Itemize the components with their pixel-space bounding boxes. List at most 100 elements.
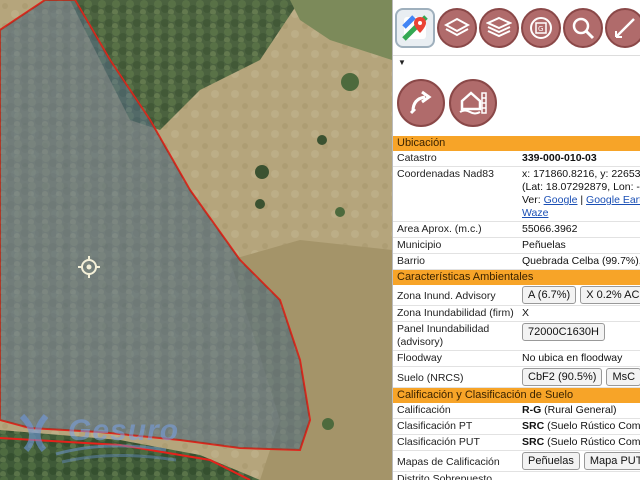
collapse-arrow-icon[interactable]: ▼ [398, 58, 406, 67]
mapa-put-button[interactable]: Mapa PUT [583, 452, 640, 470]
section-ubicacion-header: Ubicación [393, 136, 640, 151]
panel-inund-label-line2: (advisory) [397, 336, 444, 348]
table-row: Clasificación PUT SRC (Suelo Rústico Com… [393, 434, 640, 451]
mapas-label: Mapas de Calificación [393, 450, 518, 472]
table-row: Zona Inundabilidad (firm) X [393, 305, 640, 322]
magnifier-icon [572, 17, 595, 39]
panel-button[interactable]: 72000C1630H [522, 323, 605, 341]
table-row: Coordenadas Nad83 x: 171860.8216, y: 226… [393, 166, 640, 222]
area-value: 55066.3962 [518, 221, 640, 238]
put-desc: (Suelo Rústico Comú [547, 436, 640, 448]
table-row: Zona Inund. Advisory A (6.7%) X 0.2% AC [393, 285, 640, 306]
coord-latlon: (Lat: 18.07292879, Lon: -66 [522, 181, 640, 193]
action-buttons [393, 70, 640, 136]
watermark-text: Gesuro [68, 414, 180, 447]
coord-label: Coordenadas Nad83 [393, 166, 518, 222]
floodway-value: No ubica en floodway [518, 350, 640, 367]
panel-inund-label-line1: Panel Inundabilidad [397, 323, 490, 335]
calif-label: Calificación [393, 403, 518, 419]
table-row: Floodway No ubica en floodway [393, 350, 640, 367]
catastro-value: 339-000-010-03 [518, 151, 640, 167]
barrio-value: Quebrada Celba (99.7%), F [518, 253, 640, 270]
measure-button[interactable] [605, 7, 640, 48]
pt-desc: (Suelo Rústico Comú [547, 420, 640, 432]
share-button[interactable] [397, 79, 445, 127]
table-row: Calificación R-G (Rural General) [393, 403, 640, 419]
link-separator: | [580, 194, 584, 206]
collapse-row: ▼ [393, 56, 640, 70]
watermark-logo: Gesuro [16, 410, 196, 470]
property-info-panel: G ▼ Ubicación Catastro 339-000-010-03 Co… [392, 0, 640, 480]
pt-label: Clasificación PT [393, 418, 518, 435]
section-ambientales-header: Características Ambientales [393, 270, 640, 285]
zona-inund-label: Zona Inund. Advisory [393, 285, 518, 306]
table-row: Mapas de Calificación Peñuelas Mapa PUT [393, 450, 640, 472]
table-row: Area Aprox. (m.c.) 55066.3962 [393, 221, 640, 238]
svg-text:G: G [538, 25, 543, 33]
suelo-cbf2-button[interactable]: CbF2 (90.5%) [522, 368, 603, 386]
zona-x-button[interactable]: X 0.2% AC [580, 286, 640, 304]
waze-link[interactable]: Waze [522, 207, 548, 219]
ubicacion-table: Catastro 339-000-010-03 Coordenadas Nad8… [393, 151, 640, 270]
mapas-value: Peñuelas Mapa PUT [518, 450, 640, 472]
layers-button[interactable] [437, 7, 477, 48]
coord-value: x: 171860.8216, y: 226538. (Lat: 18.0729… [518, 166, 640, 222]
google-maps-button[interactable] [395, 7, 435, 48]
barrio-label: Barrio [393, 253, 518, 270]
crosshair-icon[interactable] [78, 256, 100, 278]
zona-a-button[interactable]: A (6.7%) [522, 286, 577, 304]
pt-value: SRC (Suelo Rústico Comú [518, 418, 640, 435]
house-flood-icon [459, 91, 487, 115]
google-link[interactable]: Google [544, 194, 578, 206]
google-earth-link[interactable]: Google Earth [586, 194, 640, 206]
floodway-label: Floodway [393, 350, 518, 367]
table-row: Suelo (NRCS) CbF2 (90.5%) MsC [393, 366, 640, 388]
layers-icon [444, 17, 470, 36]
calif-code: R-G [522, 404, 542, 416]
panel-inund-label: Panel Inundabilidad (advisory) [393, 321, 518, 351]
put-value: SRC (Suelo Rústico Comú [518, 434, 640, 451]
suelo-value: CbF2 (90.5%) MsC [518, 366, 640, 388]
calif-value: R-G (Rural General) [518, 403, 640, 419]
table-row: Clasificación PT SRC (Suelo Rústico Comú [393, 418, 640, 435]
distrito-label: Distrito Sobrepuesto [393, 471, 518, 480]
calificacion-table: Calificación R-G (Rural General) Clasifi… [393, 403, 640, 480]
put-code: SRC [522, 436, 545, 448]
measure-icon [615, 17, 635, 38]
table-row: Barrio Quebrada Celba (99.7%), F [393, 253, 640, 270]
search-button[interactable] [563, 7, 603, 48]
put-label: Clasificación PUT [393, 434, 518, 451]
municipio-value: Peñuelas [518, 237, 640, 254]
zona-firm-value: X [518, 305, 640, 322]
map-imagery [0, 0, 392, 480]
suelo-msc-button[interactable]: MsC [606, 368, 640, 386]
satellite-map[interactable]: Gesuro [0, 0, 392, 480]
suelo-label: Suelo (NRCS) [393, 366, 518, 388]
table-row: Catastro 339-000-010-03 [393, 151, 640, 167]
view-links: Ver: Google | Google Earth [522, 194, 640, 207]
share-arrow-icon [409, 90, 432, 115]
calif-desc: (Rural General) [544, 404, 617, 416]
municipio-label: Municipio [393, 237, 518, 254]
gis-map-button[interactable]: G [521, 7, 561, 48]
coord-xy: x: 171860.8216, y: 226538. [522, 168, 640, 180]
section-calificacion-header: Calificación y Clasificación de Suelo [393, 388, 640, 403]
mapa-penuelas-button[interactable]: Peñuelas [522, 452, 580, 470]
flood-report-button[interactable] [449, 79, 497, 127]
ambientales-table: Zona Inund. Advisory A (6.7%) X 0.2% AC Z… [393, 285, 640, 388]
google-maps-icon [402, 14, 428, 41]
pt-code: SRC [522, 420, 545, 432]
table-row: Distrito Sobrepuesto [393, 471, 640, 480]
stacked-layers-button[interactable] [479, 7, 519, 48]
distrito-value [518, 471, 640, 480]
gis-map-icon: G [530, 16, 552, 39]
table-row: Municipio Peñuelas [393, 237, 640, 254]
area-label: Area Aprox. (m.c.) [393, 221, 518, 238]
panel-inund-value: 72000C1630H [518, 321, 640, 351]
view-label: Ver: [522, 194, 541, 206]
zona-firm-label: Zona Inundabilidad (firm) [393, 305, 518, 322]
zona-inund-value: A (6.7%) X 0.2% AC [518, 285, 640, 306]
catastro-label: Catastro [393, 151, 518, 167]
stacked-layers-icon [486, 16, 512, 37]
toolbar: G [393, 0, 640, 56]
